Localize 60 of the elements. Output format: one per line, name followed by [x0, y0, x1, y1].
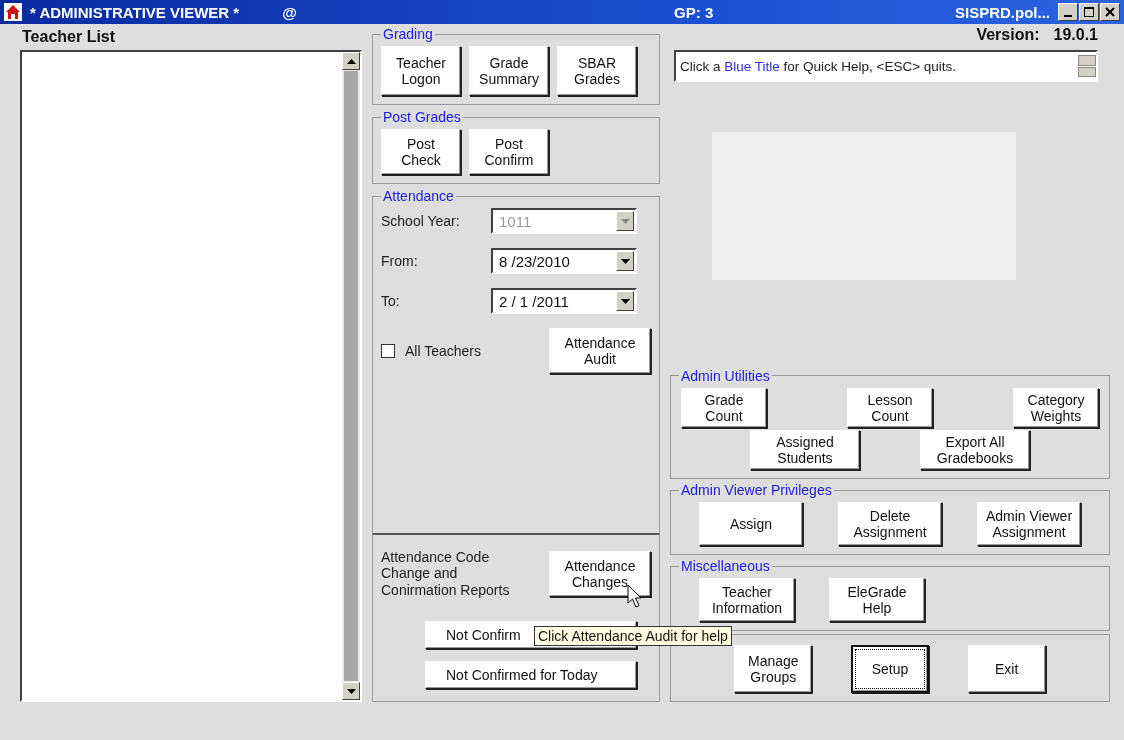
mouse-pointer-icon: [627, 584, 643, 608]
version-label: Version:: [976, 26, 1040, 44]
help-field[interactable]: Click a Blue Title for Quick Help, <ESC> quits.: [674, 50, 1098, 82]
field-label: School Year:: [381, 213, 461, 229]
button[interactable]: Delete Assignment: [838, 502, 942, 546]
checkbox[interactable]: [381, 344, 395, 358]
button[interactable]: Lesson Count: [847, 387, 933, 428]
maximize-icon: [1084, 7, 1094, 17]
group-title[interactable]: Admin Viewer Privileges: [679, 482, 834, 498]
spin-button[interactable]: [1078, 55, 1096, 77]
group-title[interactable]: Attendance: [381, 188, 456, 204]
button[interactable]: Not Confirmed for Today: [425, 661, 637, 689]
button[interactable]: EleGrade Help: [829, 578, 925, 622]
date-dropdown[interactable]: 2 / 1 /2011: [491, 288, 637, 314]
button[interactable]: Manage Groups: [734, 645, 813, 693]
down-arrow-icon: [620, 298, 630, 304]
group-title[interactable]: Grading: [381, 26, 435, 42]
window-title: * ADMINISTRATIVE VIEWER *: [30, 3, 240, 21]
button[interactable]: Attendance Audit: [549, 328, 651, 374]
button[interactable]: Grade Count: [681, 387, 767, 428]
group-title[interactable]: Post Grades: [381, 109, 463, 125]
date-dropdown[interactable]: 8 /23/2010: [491, 248, 637, 274]
down-arrow-icon: [346, 688, 356, 694]
group-title[interactable]: Miscellaneous: [679, 558, 772, 574]
button[interactable]: SBAR Grades: [557, 46, 637, 96]
help-text: Click a Blue Title for Quick Help, <ESC> quits.: [680, 58, 957, 74]
minimize-button[interactable]: [1058, 3, 1078, 21]
close-icon: [1105, 7, 1115, 17]
button[interactable]: Export All Gradebooks: [920, 429, 1030, 470]
button[interactable]: Attendance Changes: [549, 550, 651, 597]
close-button[interactable]: [1100, 3, 1120, 21]
up-arrow-icon: [346, 58, 356, 64]
field-label: To:: [381, 293, 401, 309]
server-name: SISPRD.pol...: [955, 3, 1050, 21]
button[interactable]: Admin Viewer Assignment: [977, 502, 1081, 546]
group-title[interactable]: Admin Utilities: [679, 367, 772, 384]
teacher-list-label: Teacher List: [21, 27, 117, 47]
minimize-icon: [1064, 15, 1072, 17]
button[interactable]: Category Weights: [1013, 387, 1099, 428]
button[interactable]: Exit: [967, 645, 1046, 693]
button[interactable]: Post Confirm: [469, 129, 549, 175]
down-arrow-icon: [620, 258, 630, 264]
button[interactable]: Grade Summary: [469, 46, 549, 96]
checkbox-label: All Teachers: [405, 343, 481, 359]
version-number: 19.0.1: [1053, 26, 1098, 44]
button[interactable]: Teacher Information: [699, 578, 795, 622]
button[interactable]: Post Check: [381, 129, 461, 175]
field-label: From:: [381, 253, 419, 269]
grading-period: GP: 3: [674, 3, 714, 21]
tooltip: Click Attendance Audit for help: [534, 626, 732, 646]
button[interactable]: Assign: [699, 502, 803, 546]
scrollbar[interactable]: [342, 52, 360, 700]
button[interactable]: Setup: [851, 645, 929, 693]
at-sign: @: [282, 3, 297, 21]
down-arrow-icon: [620, 218, 630, 224]
maximize-button[interactable]: [1079, 3, 1099, 21]
button[interactable]: Teacher Logon: [381, 46, 461, 96]
house-icon: [4, 3, 22, 21]
button[interactable]: Assigned Students: [750, 429, 860, 470]
reports-description: Attendance Code Change and Conirmation Reports: [381, 548, 511, 599]
